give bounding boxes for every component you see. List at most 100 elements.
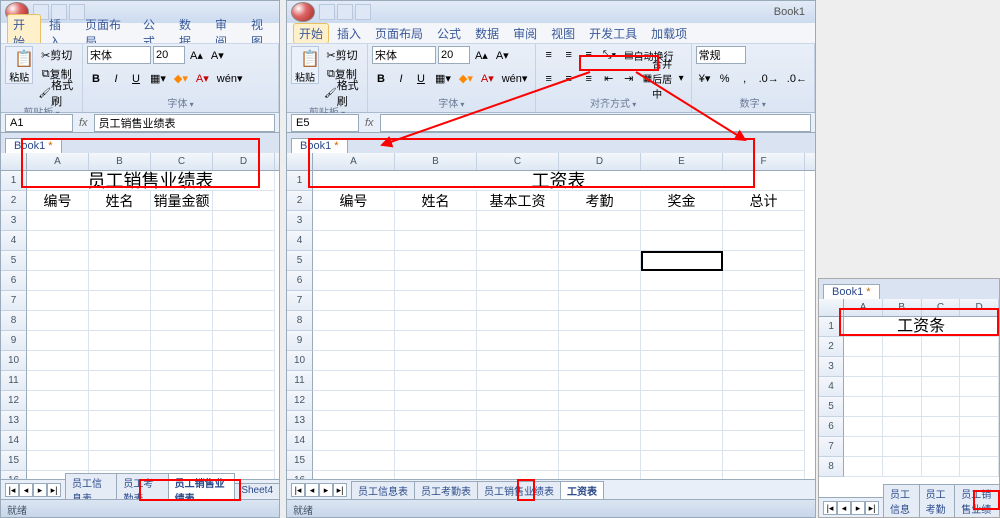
row-header-15[interactable]: 15 <box>1 451 27 471</box>
cell-A1[interactable]: 员工销售业绩表 <box>27 171 275 191</box>
sheet-nav-button[interactable]: ▸ <box>33 483 47 497</box>
col-header-B[interactable]: B <box>395 153 477 170</box>
cell-C7[interactable] <box>477 291 559 311</box>
sheet-tab-员工考勤表[interactable]: 员工考勤表 <box>919 484 956 518</box>
cell-D9[interactable] <box>213 331 275 351</box>
menu-加载项[interactable]: 加载项 <box>645 23 693 44</box>
cut-button[interactable]: 剪切 <box>35 46 78 64</box>
cell-C11[interactable] <box>477 371 559 391</box>
row-header-11[interactable]: 11 <box>1 371 27 391</box>
sheet-tab-工资表[interactable]: 工资表 <box>560 481 604 499</box>
cell-B11[interactable] <box>395 371 477 391</box>
row-header-16[interactable]: 16 <box>1 471 27 479</box>
cell-A5[interactable] <box>27 251 89 271</box>
cell-D8[interactable] <box>960 457 999 477</box>
qat-undo-icon[interactable] <box>337 4 353 20</box>
row-header-12[interactable]: 12 <box>1 391 27 411</box>
cell-E4[interactable] <box>641 231 723 251</box>
cell-E6[interactable] <box>641 271 723 291</box>
cell-B7[interactable] <box>883 437 922 457</box>
row-header-9[interactable]: 9 <box>1 331 27 351</box>
cell-A1[interactable]: 工资表 <box>313 171 805 191</box>
cell-C2[interactable]: 销量金额 <box>151 191 213 211</box>
cell-C6[interactable] <box>151 271 213 291</box>
cell-C8[interactable] <box>922 457 961 477</box>
cell-E15[interactable] <box>641 451 723 471</box>
cell-A5[interactable] <box>313 251 395 271</box>
cell-A16[interactable] <box>313 471 395 479</box>
cell-E12[interactable] <box>641 391 723 411</box>
col-header-D[interactable]: D <box>213 153 275 170</box>
row-header-5[interactable]: 5 <box>1 251 27 271</box>
cell-D15[interactable] <box>559 451 641 471</box>
cell-B2[interactable]: 姓名 <box>395 191 477 211</box>
worksheet-grid[interactable]: ABCDEF 1工资表2编号姓名基本工资考勤奖金总计34567891011121… <box>287 153 815 479</box>
row-header-1[interactable]: 1 <box>287 171 313 191</box>
row-header-5[interactable]: 5 <box>819 397 844 417</box>
row-header-5[interactable]: 5 <box>287 251 313 271</box>
row-header-3[interactable]: 3 <box>1 211 27 231</box>
sheet-nav-button[interactable]: ▸ <box>851 501 865 515</box>
col-header-B[interactable]: B <box>883 299 922 316</box>
cell-A4[interactable] <box>313 231 395 251</box>
cell-F14[interactable] <box>723 431 805 451</box>
cell-B2[interactable] <box>883 337 922 357</box>
sheet-nav-button[interactable]: ◂ <box>19 483 33 497</box>
cell-C9[interactable] <box>151 331 213 351</box>
font-size-select[interactable] <box>153 46 185 64</box>
col-header-E[interactable]: E <box>641 153 723 170</box>
cell-C7[interactable] <box>922 437 961 457</box>
cell-D2[interactable] <box>213 191 275 211</box>
cell-D10[interactable] <box>559 351 641 371</box>
cell-B15[interactable] <box>89 451 151 471</box>
sheet-tab-员工销售业绩表[interactable]: 员工销售业绩表 <box>954 484 1000 518</box>
cell-B6[interactable] <box>883 417 922 437</box>
cell-B6[interactable] <box>89 271 151 291</box>
increase-indent-icon[interactable]: ⇥ <box>620 70 638 88</box>
cell-C8[interactable] <box>151 311 213 331</box>
cell-C10[interactable] <box>151 351 213 371</box>
cell-D12[interactable] <box>559 391 641 411</box>
row-header-14[interactable]: 14 <box>1 431 27 451</box>
select-all-corner[interactable] <box>819 299 844 316</box>
border-button[interactable]: ▦▾ <box>432 70 454 88</box>
align-center-icon[interactable]: ≡ <box>560 70 578 88</box>
name-box[interactable]: A1 <box>5 114 73 132</box>
cell-E8[interactable] <box>641 311 723 331</box>
cell-B3[interactable] <box>89 211 151 231</box>
cell-B14[interactable] <box>395 431 477 451</box>
row-header-7[interactable]: 7 <box>1 291 27 311</box>
fill-color-button[interactable]: ◆▾ <box>456 70 476 88</box>
row-header-6[interactable]: 6 <box>819 417 844 437</box>
cell-D13[interactable] <box>213 411 275 431</box>
cell-E5[interactable] <box>641 251 723 271</box>
increase-font-icon[interactable]: A▴ <box>187 46 206 64</box>
row-header-7[interactable]: 7 <box>287 291 313 311</box>
cell-C12[interactable] <box>477 391 559 411</box>
cell-D8[interactable] <box>213 311 275 331</box>
select-all-corner[interactable] <box>1 153 27 170</box>
cell-C5[interactable] <box>477 251 559 271</box>
row-header-10[interactable]: 10 <box>1 351 27 371</box>
row-header-15[interactable]: 15 <box>287 451 313 471</box>
cell-F6[interactable] <box>723 271 805 291</box>
cell-E14[interactable] <box>641 431 723 451</box>
row-header-10[interactable]: 10 <box>287 351 313 371</box>
select-all-corner[interactable] <box>287 153 313 170</box>
cell-F11[interactable] <box>723 371 805 391</box>
cell-E7[interactable] <box>641 291 723 311</box>
row-header-4[interactable]: 4 <box>287 231 313 251</box>
cell-A7[interactable] <box>313 291 395 311</box>
cell-A5[interactable] <box>844 397 883 417</box>
col-header-D[interactable]: D <box>559 153 641 170</box>
cell-C4[interactable] <box>922 377 961 397</box>
sheet-tab-员工考勤表[interactable]: 员工考勤表 <box>414 481 478 499</box>
cell-E2[interactable]: 奖金 <box>641 191 723 211</box>
sheet-nav-button[interactable]: ▸| <box>47 483 61 497</box>
cell-D5[interactable] <box>960 397 999 417</box>
cell-A1[interactable]: 工资条 <box>844 317 999 337</box>
cell-B5[interactable] <box>395 251 477 271</box>
cell-D7[interactable] <box>960 437 999 457</box>
cell-D9[interactable] <box>559 331 641 351</box>
italic-button[interactable]: I <box>392 70 410 88</box>
